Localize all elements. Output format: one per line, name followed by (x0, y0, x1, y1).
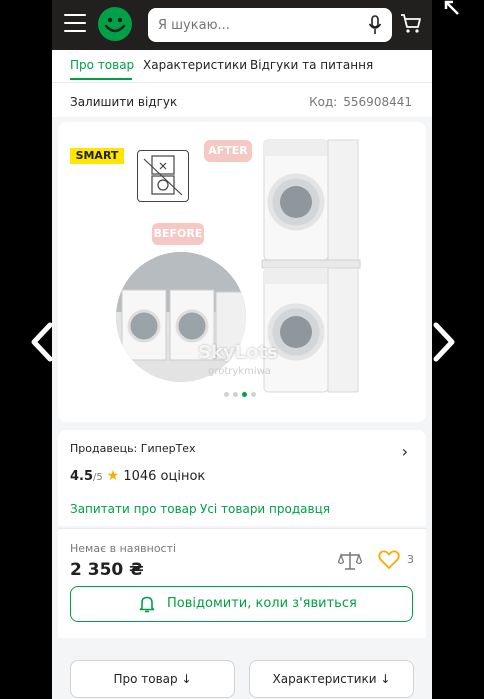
collapse-icon[interactable] (442, 0, 462, 22)
mobile-page: Про товар Характеристики Відгуки та пита… (52, 0, 432, 699)
gallery-dot[interactable] (251, 392, 256, 397)
rating-value: 4.5 (70, 469, 94, 484)
review-row: Залишити відгук Код: 556908441 (52, 83, 432, 117)
favorites-count: 3 (407, 553, 414, 566)
bottom-nav-buttons: Про товар ↓ Характеристики ↓ (52, 638, 432, 699)
bell-icon (139, 595, 155, 617)
product-tabs: Про товар Характеристики Відгуки та пита… (52, 50, 432, 82)
cart-icon[interactable] (400, 13, 422, 39)
compare-scales-icon[interactable] (337, 550, 363, 576)
tab-about[interactable]: Про товар (70, 58, 134, 72)
seller-rating: 4.5/5 ★ 1046 оцінок (70, 468, 205, 484)
menu-icon[interactable] (64, 14, 86, 34)
after-badge: AFTER (204, 140, 252, 162)
logo-icon[interactable] (98, 7, 132, 41)
all-seller-products-link[interactable]: Усі товари продавця (200, 502, 330, 516)
seller-label: Продавець: (70, 442, 138, 455)
previous-arrow-icon[interactable] (28, 322, 54, 366)
watermark-subtext: grotrykmiwa (208, 366, 271, 377)
next-arrow-icon[interactable] (432, 322, 458, 366)
microphone-icon[interactable] (368, 15, 382, 39)
header (52, 0, 432, 50)
rating-count: 1046 оцінок (123, 469, 206, 484)
price-card: Немає в наявності 2 350 ₴ 3 Повідомити, … (58, 528, 426, 638)
before-badge: BEFORE (152, 223, 204, 245)
smart-badge: SMART (70, 148, 124, 164)
stock-status: Немає в наявності (70, 542, 177, 555)
leave-review-link[interactable]: Залишити відгук (70, 95, 177, 109)
gallery-dot[interactable] (224, 392, 229, 397)
notify-when-available-button[interactable]: Повідомити, коли з'явиться (70, 586, 413, 622)
product-code: Код: 556908441 (309, 95, 412, 109)
gallery-dots[interactable] (224, 382, 260, 401)
seller-card: Продавець: ГиперТех › 4.5/5 ★ 1046 оцінок … (58, 430, 426, 526)
gallery-dot-active[interactable] (242, 392, 247, 397)
tab-specs[interactable]: Характеристики (143, 58, 247, 72)
product-code-value: 556908441 (343, 95, 412, 109)
about-product-button[interactable]: Про товар ↓ (70, 660, 235, 698)
watermark: SkyLots (198, 342, 278, 363)
product-gallery[interactable]: SMART AFTER BEFORE SkyLots grotrykmiwa (58, 122, 426, 422)
seller-line[interactable]: Продавець: ГиперТех (70, 442, 196, 455)
search-input[interactable] (158, 16, 358, 34)
divider (58, 528, 426, 529)
specs-button[interactable]: Характеристики ↓ (249, 660, 414, 698)
gallery-dot[interactable] (233, 392, 238, 397)
price: 2 350 ₴ (70, 560, 144, 580)
tab-reviews[interactable]: Відгуки та питання (250, 58, 373, 72)
chevron-right-icon[interactable]: › (402, 442, 408, 461)
ask-about-product-link[interactable]: Запитати про товар (70, 502, 197, 516)
heart-icon[interactable] (378, 550, 400, 574)
stacking-kit-icon (137, 150, 189, 202)
notify-button-label: Повідомити, коли з'явиться (167, 596, 357, 611)
active-tab-indicator (70, 78, 132, 80)
seller-name[interactable]: ГиперТех (141, 442, 196, 455)
rating-max: /5 (93, 472, 103, 483)
star-icon: ★ (106, 468, 120, 484)
search-box[interactable] (148, 8, 392, 42)
